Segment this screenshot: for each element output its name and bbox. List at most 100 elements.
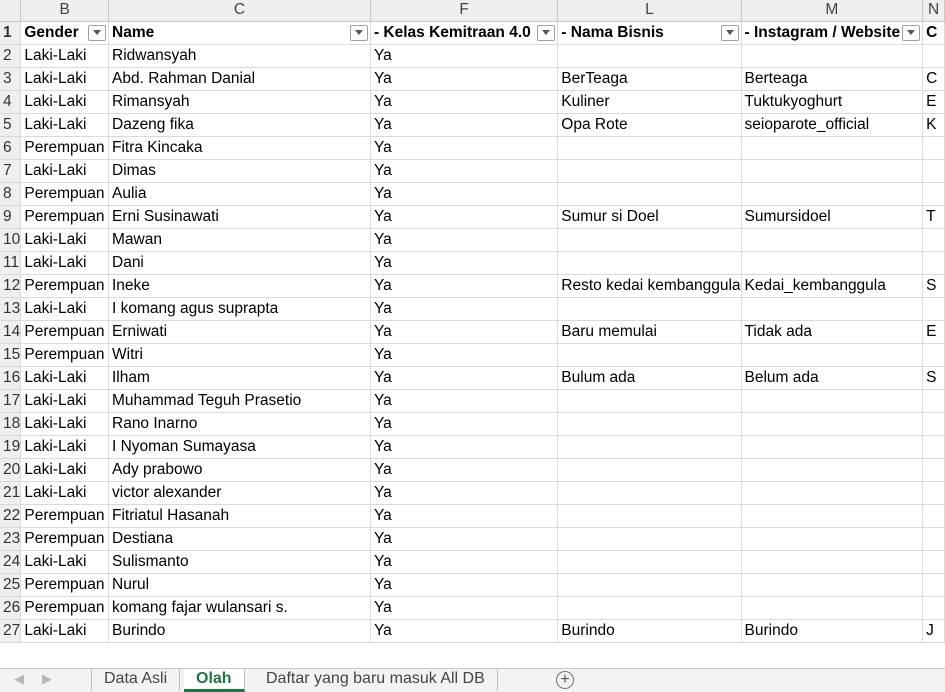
cell-gender[interactable]: Laki-Laki xyxy=(20,619,109,643)
row-number[interactable]: 23 xyxy=(0,527,22,551)
cell-instagram[interactable] xyxy=(741,44,924,68)
cell-nama-bisnis[interactable] xyxy=(557,527,742,551)
cell-name[interactable]: Erni Susinawati xyxy=(108,205,371,229)
row-number[interactable]: 1 xyxy=(0,21,22,45)
cell-nama-bisnis[interactable] xyxy=(557,251,742,275)
cell-gender[interactable]: Laki-Laki xyxy=(20,389,109,413)
cell-gender[interactable]: Laki-Laki xyxy=(20,297,109,321)
row-number[interactable]: 24 xyxy=(0,550,22,574)
cell-nama-bisnis[interactable]: Opa Rote xyxy=(557,113,742,137)
cell-n[interactable] xyxy=(922,297,945,321)
row-number[interactable]: 15 xyxy=(0,343,22,367)
cell-name[interactable]: I Nyoman Sumayasa xyxy=(108,435,371,459)
cell-gender[interactable]: Laki-Laki xyxy=(20,113,109,137)
cell-instagram[interactable]: Belum ada xyxy=(741,366,924,390)
cell-nama-bisnis[interactable] xyxy=(557,297,742,321)
row-number[interactable]: 26 xyxy=(0,596,22,620)
cell-kelas[interactable]: Ya xyxy=(370,596,559,620)
cell-kelas[interactable]: Ya xyxy=(370,504,559,528)
cell-n[interactable]: S xyxy=(922,366,945,390)
cell-name[interactable]: Dazeng fika xyxy=(108,113,371,137)
cell-instagram[interactable] xyxy=(741,527,924,551)
row-number[interactable]: 13 xyxy=(0,297,22,321)
cell-kelas[interactable]: Ya xyxy=(370,366,559,390)
cell-gender[interactable]: Laki-Laki xyxy=(20,44,109,68)
cell-kelas[interactable]: Ya xyxy=(370,550,559,574)
row-number[interactable]: 22 xyxy=(0,504,22,528)
row-number[interactable]: 17 xyxy=(0,389,22,413)
cell-kelas[interactable]: Ya xyxy=(370,228,559,252)
cell-name[interactable]: Sulismanto xyxy=(108,550,371,574)
cell-n[interactable] xyxy=(922,343,945,367)
cell-gender[interactable]: Laki-Laki xyxy=(20,481,109,505)
cell-name[interactable]: Muhammad Teguh Prasetio xyxy=(108,389,371,413)
cell-gender[interactable]: Laki-Laki xyxy=(20,228,109,252)
cell-name[interactable]: Ady prabowo xyxy=(108,458,371,482)
cell-instagram[interactable] xyxy=(741,412,924,436)
row-number[interactable]: 25 xyxy=(0,573,22,597)
row-number[interactable]: 3 xyxy=(0,67,22,91)
cell-gender[interactable]: Laki-Laki xyxy=(20,435,109,459)
cell-kelas[interactable]: Ya xyxy=(370,251,559,275)
cell-n[interactable] xyxy=(922,527,945,551)
filter-dropdown-icon[interactable] xyxy=(88,24,106,41)
cell-instagram[interactable] xyxy=(741,504,924,528)
cell-kelas[interactable]: Ya xyxy=(370,343,559,367)
cell-name[interactable]: Dani xyxy=(108,251,371,275)
cell-gender[interactable]: Perempuan xyxy=(20,596,109,620)
row-number[interactable]: 6 xyxy=(0,136,22,160)
cell-n[interactable] xyxy=(922,228,945,252)
add-sheet-icon[interactable]: + xyxy=(556,671,574,689)
cell-nama-bisnis[interactable]: Sumur si Doel xyxy=(557,205,742,229)
cell-instagram[interactable] xyxy=(741,458,924,482)
cell-instagram[interactable] xyxy=(741,182,924,206)
filter-dropdown-icon[interactable] xyxy=(720,24,739,41)
spreadsheet-grid[interactable]: B C F L M N 1 Gender Name - Kelas Kemitr… xyxy=(0,0,945,668)
cell-instagram[interactable]: Tidak ada xyxy=(741,320,924,344)
header-cell-n[interactable]: C xyxy=(922,21,945,45)
cell-gender[interactable]: Laki-Laki xyxy=(20,550,109,574)
column-header-n[interactable]: N xyxy=(922,0,945,22)
cell-gender[interactable]: Perempuan xyxy=(20,343,109,367)
cell-instagram[interactable] xyxy=(741,251,924,275)
cell-n[interactable] xyxy=(922,251,945,275)
cell-kelas[interactable]: Ya xyxy=(370,274,559,298)
cell-instagram[interactable] xyxy=(741,159,924,183)
cell-instagram[interactable] xyxy=(741,481,924,505)
cell-nama-bisnis[interactable]: Bulum ada xyxy=(557,366,742,390)
cell-name[interactable]: Ridwansyah xyxy=(108,44,371,68)
cell-nama-bisnis[interactable]: Resto kedai kembanggula xyxy=(557,274,742,298)
cell-nama-bisnis[interactable] xyxy=(557,550,742,574)
column-header-f[interactable]: F xyxy=(370,0,559,22)
cell-n[interactable] xyxy=(922,458,945,482)
cell-gender[interactable]: Perempuan xyxy=(20,182,109,206)
row-number[interactable]: 2 xyxy=(0,44,22,68)
cell-n[interactable] xyxy=(922,389,945,413)
cell-nama-bisnis[interactable]: Burindo xyxy=(557,619,742,643)
cell-instagram[interactable] xyxy=(741,297,924,321)
select-all-corner[interactable] xyxy=(0,0,22,22)
header-cell-kelas[interactable]: - Kelas Kemitraan 4.0 xyxy=(370,21,559,45)
cell-nama-bisnis[interactable]: Kuliner xyxy=(557,90,742,114)
cell-instagram[interactable] xyxy=(741,228,924,252)
column-header-l[interactable]: L xyxy=(557,0,742,22)
cell-kelas[interactable]: Ya xyxy=(370,113,559,137)
cell-n[interactable] xyxy=(922,412,945,436)
cell-kelas[interactable]: Ya xyxy=(370,435,559,459)
cell-kelas[interactable]: Ya xyxy=(370,159,559,183)
cell-gender[interactable]: Laki-Laki xyxy=(20,366,109,390)
cell-gender[interactable]: Perempuan xyxy=(20,527,109,551)
cell-n[interactable] xyxy=(922,573,945,597)
cell-n[interactable]: K xyxy=(922,113,945,137)
row-number[interactable]: 4 xyxy=(0,90,22,114)
cell-name[interactable]: Dimas xyxy=(108,159,371,183)
filter-dropdown-icon[interactable] xyxy=(902,24,921,41)
cell-nama-bisnis[interactable] xyxy=(557,389,742,413)
cell-nama-bisnis[interactable] xyxy=(557,412,742,436)
cell-nama-bisnis[interactable] xyxy=(557,228,742,252)
column-header-m[interactable]: M xyxy=(741,0,924,22)
cell-nama-bisnis[interactable] xyxy=(557,343,742,367)
cell-n[interactable]: J xyxy=(922,619,945,643)
cell-nama-bisnis[interactable] xyxy=(557,44,742,68)
row-number[interactable]: 8 xyxy=(0,182,22,206)
